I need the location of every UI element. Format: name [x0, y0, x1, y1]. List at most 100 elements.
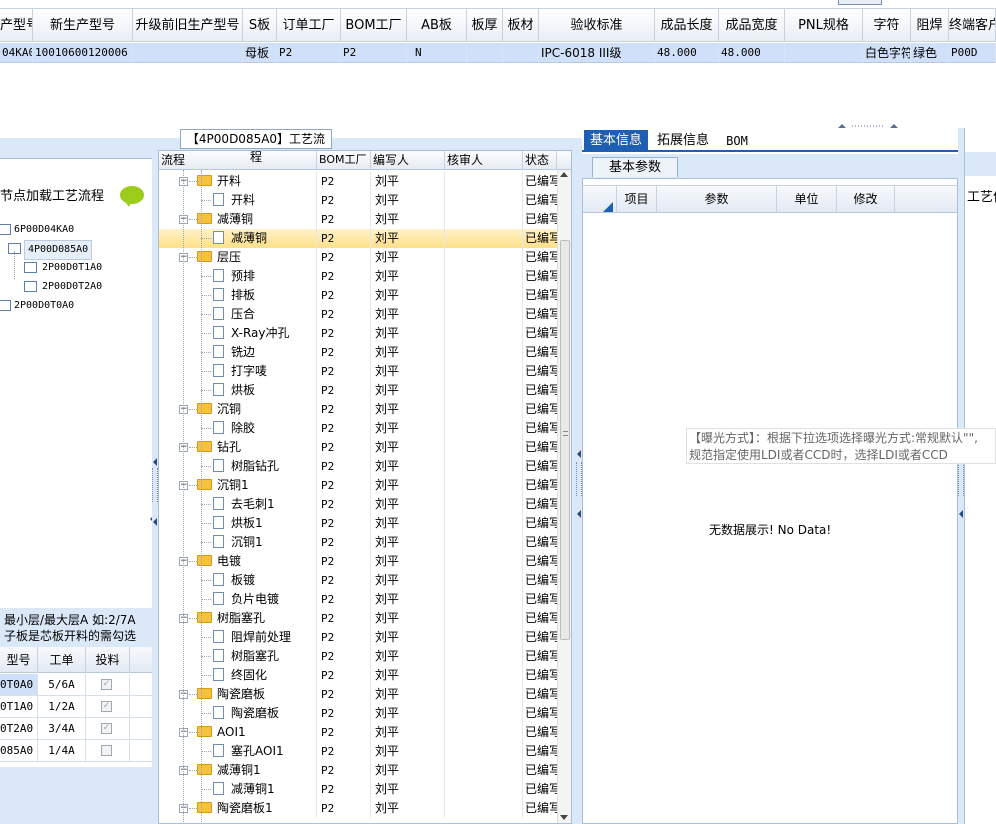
flow-row[interactable]: 陶瓷磨板 P2 刘平 已编写 [159, 704, 557, 723]
top-col-12[interactable]: PNL规格 [785, 9, 863, 42]
col-modify[interactable]: 修改 [837, 186, 895, 213]
flow-row[interactable]: −电镀P2刘平已编写 [159, 552, 557, 571]
order-row[interactable]: 0T1A0 1/2A ✓ [0, 696, 152, 718]
top-cell-char[interactable]: 白色字符 [863, 43, 911, 63]
col-writer[interactable]: 编写人 [371, 151, 445, 169]
flow-row[interactable]: −沉铜1P2刘平已编写 [159, 476, 557, 495]
flow-row[interactable]: 打字唛 P2 刘平 已编写 [159, 362, 557, 381]
feed-checkbox[interactable]: ✓ [101, 679, 112, 690]
col-type[interactable]: 型号 [0, 647, 38, 673]
top-col-0[interactable]: 产型号 [0, 9, 33, 42]
tab-extended-info[interactable]: 拓展信息 [652, 130, 714, 152]
flow-row[interactable]: 树脂塞孔 P2 刘平 已编写 [159, 647, 557, 666]
top-col-9[interactable]: 验收标准 [539, 9, 655, 42]
feed-checkbox[interactable] [101, 745, 112, 756]
top-col-10[interactable]: 成品长度 [655, 9, 719, 42]
top-grid-row[interactable]: 04KA0 10010600120006 母板 P2 P2 N IPC-6018 III级 4… [0, 43, 996, 63]
flow-row[interactable]: −AOI1P2刘平已编写 [159, 723, 557, 742]
top-col-5[interactable]: BOM工厂 [341, 9, 407, 42]
flow-row[interactable]: 减薄铜 P2 刘平 已编写 [159, 229, 557, 248]
top-cell-bom_factory[interactable]: P2 [341, 43, 407, 63]
tab-bom[interactable]: BOM [720, 130, 754, 152]
top-col-15[interactable]: 终端客户 [949, 9, 996, 42]
top-col-13[interactable]: 字符 [863, 9, 911, 42]
col-status[interactable]: 状态 [523, 151, 557, 169]
order-row[interactable]: 0T2A0 3/4A ✓ [0, 718, 152, 740]
top-col-3[interactable]: S板 [243, 9, 277, 42]
flow-row[interactable]: 去毛刺1 P2 刘平 已编写 [159, 495, 557, 514]
top-collapse-button[interactable] [838, 0, 882, 5]
top-cell-order_factory[interactable]: P2 [277, 43, 341, 63]
top-col-11[interactable]: 成品宽度 [719, 9, 785, 42]
scroll-up-icon[interactable] [560, 172, 568, 177]
top-cell-solder[interactable]: 绿色 [911, 43, 949, 63]
top-cell-width[interactable]: 48.000 [719, 43, 785, 63]
flow-row[interactable]: 沉铜1 P2 刘平 已编写 [159, 533, 557, 552]
flow-row[interactable]: 铣边 P2 刘平 已编写 [159, 343, 557, 362]
tab-basic-info[interactable]: 基本信息 [584, 130, 648, 152]
order-row[interactable]: 085A0 1/4A [0, 740, 152, 762]
top-col-6[interactable]: AB板 [407, 9, 467, 42]
top-col-1[interactable]: 新生产型号 [33, 9, 133, 42]
top-col-8[interactable]: 板材 [503, 9, 539, 42]
flow-scrollbar[interactable] [557, 170, 571, 823]
top-cell-empty-8[interactable] [503, 43, 539, 63]
scroll-thumb[interactable] [560, 240, 570, 640]
flow-row[interactable]: −树脂塞孔P2刘平已编写 [159, 609, 557, 628]
col-unit[interactable]: 单位 [777, 186, 837, 213]
col-bom-factory[interactable]: BOM工厂 [317, 151, 371, 169]
top-cell-ab_board[interactable]: N [407, 43, 467, 63]
top-col-4[interactable]: 订单工厂 [277, 9, 341, 42]
top-cell-empty-12[interactable] [785, 43, 863, 63]
top-col-7[interactable]: 板厚 [467, 9, 503, 42]
flow-row[interactable]: 预排 P2 刘平 已编写 [159, 267, 557, 286]
top-cell-empty-2[interactable] [133, 43, 243, 63]
flow-row[interactable]: −层压P2刘平已编写 [159, 248, 557, 267]
flow-row[interactable]: 塞孔AOI1 P2 刘平 已编写 [159, 742, 557, 761]
flow-row[interactable]: 压合 P2 刘平 已编写 [159, 305, 557, 324]
flow-row[interactable]: 树脂钻孔 P2 刘平 已编写 [159, 457, 557, 476]
flow-row[interactable]: −开料P2刘平已编写 [159, 172, 557, 191]
top-col-14[interactable]: 阻焊 [911, 9, 949, 42]
col-reviewer[interactable]: 核审人 [445, 151, 523, 169]
feed-checkbox[interactable]: ✓ [101, 723, 112, 734]
col-param[interactable]: 参数 [657, 186, 777, 213]
flow-row[interactable]: X-Ray冲孔 P2 刘平 已编写 [159, 324, 557, 343]
flow-row[interactable]: 烘板1 P2 刘平 已编写 [159, 514, 557, 533]
flow-row[interactable]: −沉铜P2刘平已编写 [159, 400, 557, 419]
order-row[interactable]: 0T0A0 5/6A ✓ [0, 674, 152, 696]
tab-basic-params[interactable]: 基本参数 [592, 157, 678, 177]
flow-row[interactable]: 阻焊前处理 P2 刘平 已编写 [159, 628, 557, 647]
flow-row[interactable]: 减薄铜1 P2 刘平 已编写 [159, 780, 557, 799]
flow-row[interactable]: −陶瓷磨板1P2刘平已编写 [159, 799, 557, 818]
flow-row[interactable]: 板镀 P2 刘平 已编写 [159, 571, 557, 590]
top-cell-type_code[interactable]: 04KA0 [0, 43, 33, 63]
flow-row[interactable]: −钻孔P2刘平已编写 [159, 438, 557, 457]
scroll-down-icon[interactable] [560, 815, 568, 820]
flow-factory: P2 [321, 498, 335, 511]
flow-row[interactable]: −陶瓷磨板P2刘平已编写 [159, 685, 557, 704]
col-order[interactable]: 工单 [38, 647, 86, 673]
far-panel-label[interactable]: 工艺信 [967, 186, 996, 205]
flow-tab-title[interactable]: 【4P00D085A0】工艺流程 [180, 129, 332, 164]
top-cell-standard[interactable]: IPC-6018 III级 [539, 43, 655, 63]
top-cell-s_board[interactable]: 母板 [243, 43, 277, 63]
top-cell-new_code[interactable]: 10010600120006 [33, 43, 133, 63]
top-cell-customer[interactable]: P00D [949, 43, 996, 63]
flow-row[interactable]: 负片电镀 P2 刘平 已编写 [159, 590, 557, 609]
col-flow[interactable]: 流程 [159, 151, 317, 169]
flow-row[interactable]: 开料 P2 刘平 已编写 [159, 191, 557, 210]
top-cell-empty-7[interactable] [467, 43, 503, 63]
flow-row[interactable]: 烘板 P2 刘平 已编写 [159, 381, 557, 400]
flow-row[interactable]: −减薄铜1P2刘平已编写 [159, 761, 557, 780]
flow-row[interactable]: −减薄铜P2刘平已编写 [159, 210, 557, 229]
flow-row[interactable]: 终固化 P2 刘平 已编写 [159, 666, 557, 685]
flow-row[interactable]: 除胶 P2 刘平 已编写 [159, 419, 557, 438]
top-cell-length[interactable]: 48.000 [655, 43, 719, 63]
feed-checkbox[interactable]: ✓ [101, 701, 112, 712]
flow-row[interactable]: 排板 P2 刘平 已编写 [159, 286, 557, 305]
message-bubble-icon[interactable] [120, 186, 144, 207]
top-col-2[interactable]: 升级前旧生产型号 [133, 9, 243, 42]
col-feed[interactable]: 投料 [86, 647, 130, 673]
col-item[interactable]: 项目 [617, 186, 657, 213]
